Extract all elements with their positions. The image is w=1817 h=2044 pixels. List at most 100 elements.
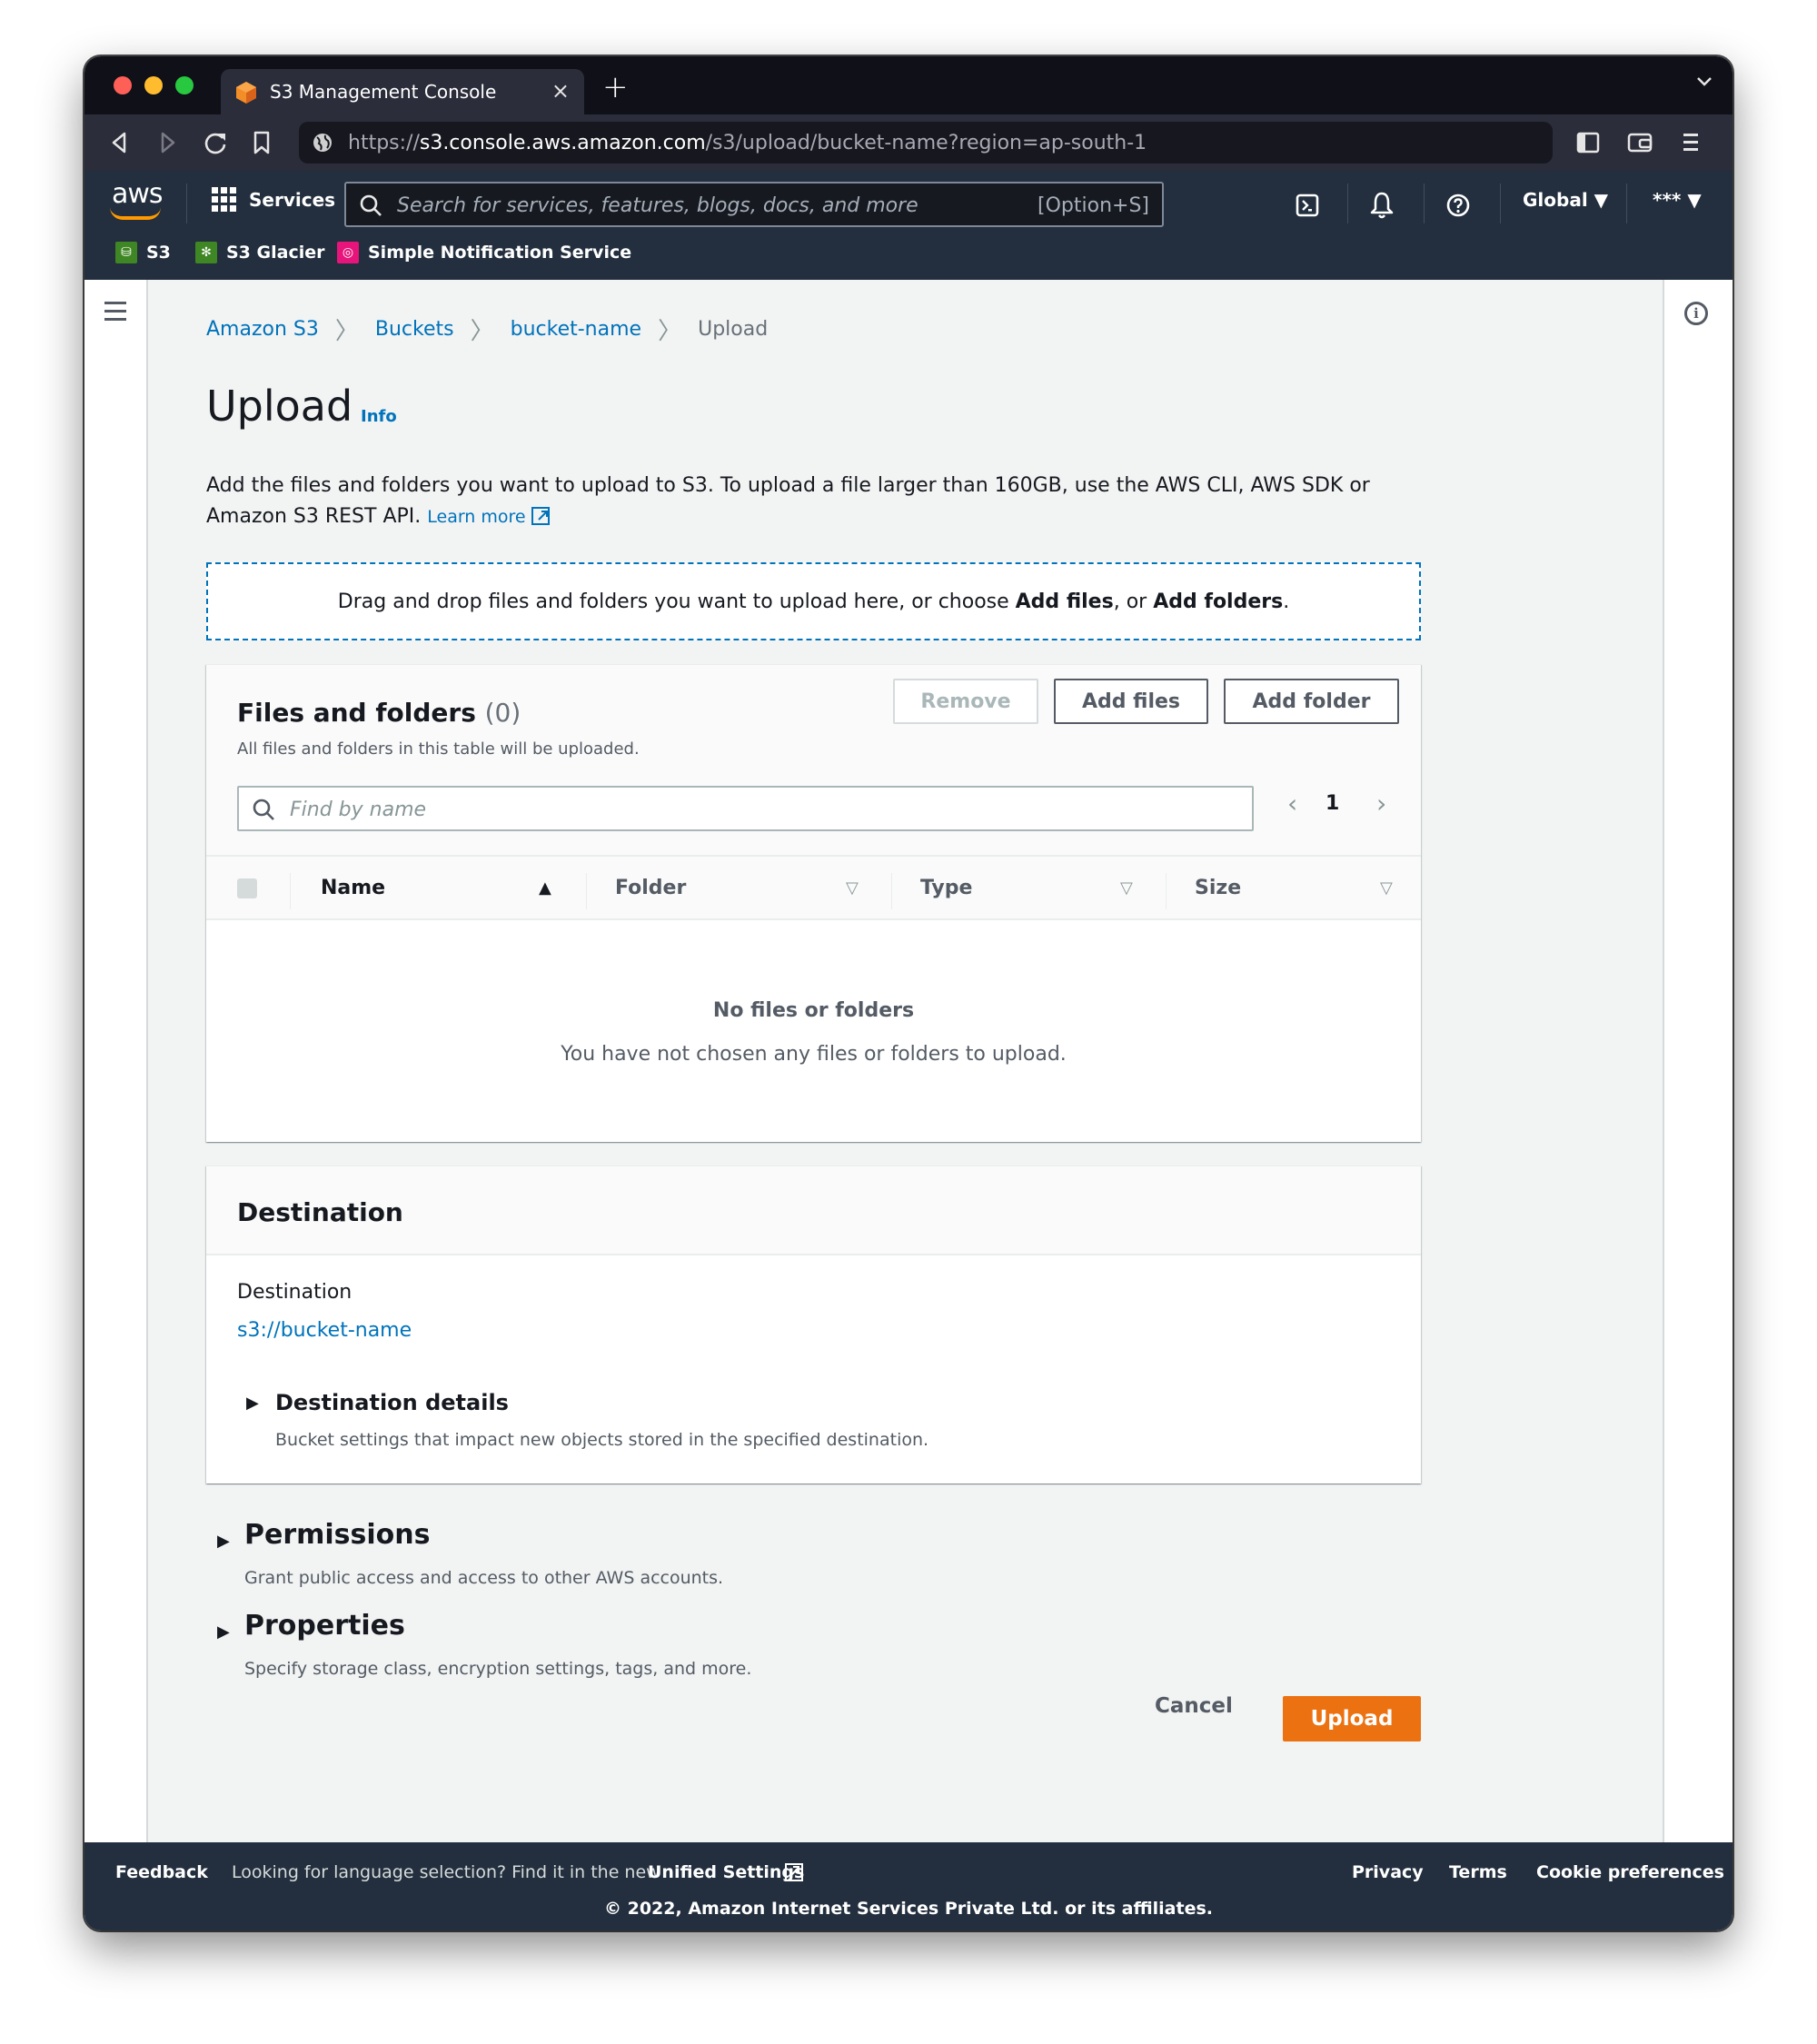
next-page-icon[interactable]: › xyxy=(1376,789,1386,819)
terms-link[interactable]: Terms xyxy=(1449,1862,1507,1882)
chevron-right-icon: 〉 xyxy=(658,318,682,345)
maximize-window-button[interactable] xyxy=(175,76,194,94)
column-header-type[interactable]: Type xyxy=(920,877,972,899)
url-field[interactable]: https://s3.console.aws.amazon.com/s3/upl… xyxy=(299,122,1553,164)
add-files-button[interactable]: Add files xyxy=(1054,679,1208,724)
sns-service-icon: ◎ xyxy=(337,242,359,263)
privacy-link[interactable]: Privacy xyxy=(1352,1862,1424,1882)
prev-page-icon[interactable]: ‹ xyxy=(1287,789,1297,819)
divider xyxy=(1347,184,1348,223)
page-description: Add the files and folders you want to up… xyxy=(206,474,1370,528)
account-menu[interactable]: *** ▼ xyxy=(1653,189,1702,211)
breadcrumb-current: Upload xyxy=(698,318,769,341)
global-search-input[interactable]: Search for services, features, blogs, do… xyxy=(344,182,1164,227)
upload-dropzone[interactable]: Drag and drop files and folders you want… xyxy=(206,562,1421,640)
properties-toggle[interactable]: Properties xyxy=(244,1610,405,1642)
learn-more-link[interactable]: Learn more xyxy=(427,507,525,527)
bookmark-icon[interactable] xyxy=(252,130,272,155)
breadcrumb-buckets[interactable]: Buckets xyxy=(375,318,454,341)
search-shortcut-hint: [Option+S] xyxy=(1038,194,1149,217)
column-header-size[interactable]: Size xyxy=(1195,877,1241,899)
notifications-bell-icon[interactable] xyxy=(1369,191,1395,220)
help-panel-collapsed: i xyxy=(1663,280,1733,1842)
wallet-icon[interactable] xyxy=(1627,131,1653,154)
unified-settings-link[interactable]: Unified Settings xyxy=(648,1862,804,1882)
close-tab-icon[interactable]: × xyxy=(551,78,570,104)
grid-icon xyxy=(212,187,236,212)
cookie-preferences-link[interactable]: Cookie preferences xyxy=(1536,1862,1724,1882)
forward-icon[interactable] xyxy=(159,131,177,154)
search-placeholder: Search for services, features, blogs, do… xyxy=(397,194,918,217)
favorite-s3-glacier[interactable]: ✻ S3 Glacier xyxy=(195,242,324,263)
files-panel-subtitle: All files and folders in this table will… xyxy=(237,739,640,759)
search-icon xyxy=(360,194,382,216)
column-divider xyxy=(891,873,892,909)
breadcrumb-bucket-name[interactable]: bucket-name xyxy=(511,318,641,341)
sort-icon[interactable]: ▽ xyxy=(1380,878,1393,898)
destination-panel-title: Destination xyxy=(237,1197,403,1227)
language-note: Looking for language selection? Find it … xyxy=(232,1862,660,1882)
tab-list-chevron-icon[interactable] xyxy=(1696,73,1713,92)
column-header-name[interactable]: Name xyxy=(321,877,385,899)
minimize-window-button[interactable] xyxy=(144,76,163,94)
find-placeholder: Find by name xyxy=(290,799,427,821)
breadcrumb-amazon-s3[interactable]: Amazon S3 xyxy=(206,318,319,341)
aws-console-header: aws Services Search for services, featur… xyxy=(84,171,1733,280)
info-icon[interactable]: i xyxy=(1684,302,1708,325)
find-by-name-input[interactable]: Find by name xyxy=(237,786,1254,831)
column-header-folder[interactable]: Folder xyxy=(615,877,686,899)
add-folder-button[interactable]: Add folder xyxy=(1224,679,1399,724)
tab-s3-console[interactable]: S3 Management Console × xyxy=(221,69,584,114)
permissions-toggle[interactable]: Permissions xyxy=(244,1519,431,1551)
back-icon[interactable] xyxy=(110,131,128,154)
current-page-number[interactable]: 1 xyxy=(1326,792,1339,815)
select-all-checkbox[interactable] xyxy=(237,878,257,898)
s3-service-icon: ⛁ xyxy=(115,242,137,263)
help-icon[interactable] xyxy=(1445,193,1471,218)
services-menu-button[interactable]: Services xyxy=(212,187,335,212)
destination-details-description: Bucket settings that impact new objects … xyxy=(275,1430,929,1450)
files-and-folders-panel: Files and folders (0) All files and fold… xyxy=(206,664,1421,1142)
empty-state-title: No files or folders xyxy=(712,999,915,1022)
aws-smile-icon xyxy=(110,207,161,220)
column-divider xyxy=(1166,873,1167,909)
sort-icon[interactable]: ▽ xyxy=(846,878,859,898)
cloudshell-icon[interactable] xyxy=(1295,193,1320,218)
destination-bucket-link[interactable]: s3://bucket-name xyxy=(237,1319,412,1342)
remove-button[interactable]: Remove xyxy=(893,679,1038,724)
feedback-link[interactable]: Feedback xyxy=(115,1862,208,1882)
caret-right-icon[interactable]: ▶ xyxy=(246,1394,259,1413)
caret-right-icon[interactable]: ▶ xyxy=(217,1532,230,1551)
console-footer: Feedback Looking for language selection?… xyxy=(84,1842,1733,1930)
copyright: © 2022, Amazon Internet Services Private… xyxy=(604,1899,1213,1919)
files-panel-title: Files and folders (0) xyxy=(237,698,521,728)
new-tab-button[interactable]: + xyxy=(602,69,629,105)
external-link-icon[interactable] xyxy=(784,1862,804,1882)
info-link[interactable]: Info xyxy=(361,407,397,426)
close-window-button[interactable] xyxy=(114,76,132,94)
destination-details-toggle[interactable]: Destination details xyxy=(275,1390,509,1415)
tab-strip: S3 Management Console × + xyxy=(84,56,1733,114)
caret-right-icon[interactable]: ▶ xyxy=(217,1622,230,1642)
page-title: Upload xyxy=(206,382,353,431)
tab-title: S3 Management Console xyxy=(270,81,497,103)
address-bar-row: https://s3.console.aws.amazon.com/s3/upl… xyxy=(84,114,1733,171)
column-divider xyxy=(586,873,587,909)
cancel-button[interactable]: Cancel xyxy=(1155,1694,1233,1718)
region-selector[interactable]: Global ▼ xyxy=(1523,189,1608,211)
sidebar-toggle-icon[interactable] xyxy=(1576,131,1600,154)
aws-cube-icon xyxy=(236,82,256,104)
reload-icon[interactable] xyxy=(203,130,228,155)
destination-panel: Destination Destination s3://bucket-name… xyxy=(206,1166,1421,1483)
favorite-sns[interactable]: ◎ Simple Notification Service xyxy=(337,242,631,263)
chevron-right-icon: 〉 xyxy=(470,318,494,345)
sort-icon[interactable]: ▽ xyxy=(1120,878,1133,898)
upload-button[interactable]: Upload xyxy=(1283,1696,1421,1741)
sort-ascending-icon[interactable]: ▲ xyxy=(539,878,551,898)
hamburger-menu-icon[interactable] xyxy=(104,302,126,326)
permissions-description: Grant public access and access to other … xyxy=(244,1568,724,1588)
favorite-s3[interactable]: ⛁ S3 xyxy=(115,242,171,263)
external-link-icon[interactable] xyxy=(531,507,550,525)
site-info-globe-icon[interactable] xyxy=(312,132,333,154)
browser-menu-icon[interactable] xyxy=(1682,131,1700,154)
